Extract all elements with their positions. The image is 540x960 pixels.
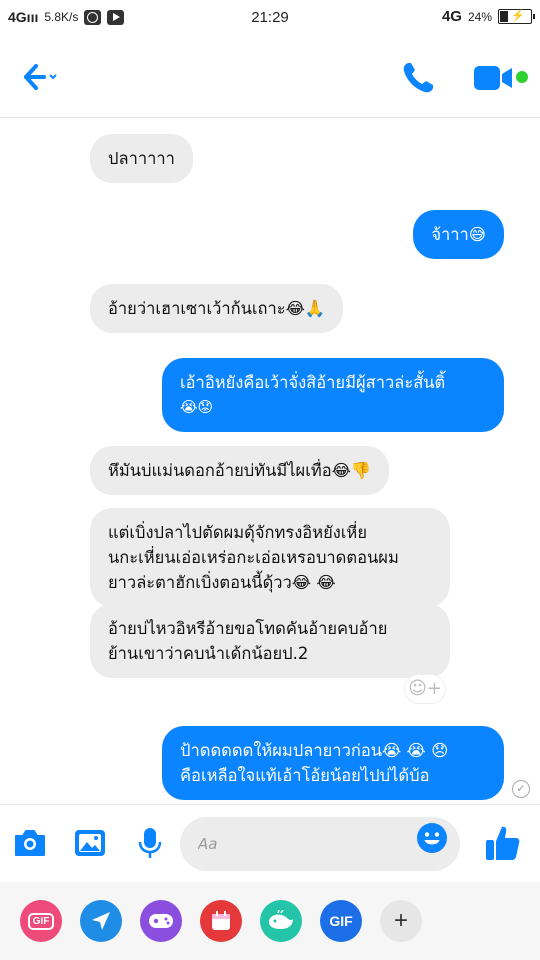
message-incoming[interactable]: หึมันบ่แม่นดอกอ้ายบ่ทันมีไผเทื่อ😂👎: [90, 446, 390, 495]
games-icon[interactable]: [140, 900, 182, 942]
network-type: 4G: [441, 8, 462, 25]
message-incoming[interactable]: ปลาาาาา: [90, 134, 193, 183]
add-reaction-icon[interactable]: ☺+: [404, 674, 446, 704]
message-list[interactable]: ปลาาาาา จ้าาา😅 อ้ายว่าเฮาเซาเว้าก้นเถาะ😂…: [0, 118, 540, 804]
phone-icon[interactable]: [400, 60, 438, 96]
whale-sticker-icon[interactable]: [260, 900, 302, 942]
location-icon[interactable]: [80, 900, 122, 942]
back-arrow-icon[interactable]: [22, 62, 58, 92]
extensions-tray: GIF GIF +: [0, 882, 540, 960]
gallery-icon[interactable]: [72, 825, 108, 861]
message-input[interactable]: [198, 832, 398, 856]
more-plus-icon[interactable]: +: [380, 900, 422, 942]
emoji-icon[interactable]: [416, 822, 448, 854]
video-camera-icon[interactable]: [474, 64, 514, 92]
battery-icon: ⚡: [498, 9, 535, 24]
like-thumb-icon[interactable]: [484, 823, 522, 863]
gif-search-icon[interactable]: GIF: [320, 900, 362, 942]
microphone-icon[interactable]: [132, 825, 168, 861]
gif-sticker-icon[interactable]: GIF: [20, 900, 62, 942]
status-bar: 4Gııı 5.8K/s 21:29 4G 24% ⚡: [0, 0, 540, 36]
chat-header: [0, 36, 540, 118]
online-status-dot: [516, 71, 528, 83]
sent-checkmark-icon: ✓: [512, 780, 530, 798]
battery-percent: 24%: [467, 9, 492, 24]
message-outgoing[interactable]: ป้าดดดดดให้ผมปลายาวก่อน😭 😭 😞 คือเหลือใจแ…: [162, 726, 504, 800]
camera-icon[interactable]: [12, 825, 48, 861]
message-incoming[interactable]: อ้ายบ่ไหวอิหรีอ้ายขอโทดคันอ้ายคบอ้าย ย้า…: [90, 604, 450, 678]
calendar-icon[interactable]: [200, 900, 242, 942]
message-incoming[interactable]: อ้ายว่าเฮาเซาเว้าก้นเถาะ😂🙏: [90, 284, 344, 333]
composer-bar: [0, 804, 540, 882]
message-outgoing[interactable]: จ้าาา😅: [413, 210, 504, 259]
message-incoming[interactable]: แต่เบิ่งปลาไปตัดผมดุ้จักทรงอิหยังเหี่ย น…: [90, 508, 450, 607]
message-outgoing[interactable]: เอ้าอิหยังคือเว้าจั่งสิอ้ายมีผู้สาวล่ะสั…: [162, 358, 504, 432]
